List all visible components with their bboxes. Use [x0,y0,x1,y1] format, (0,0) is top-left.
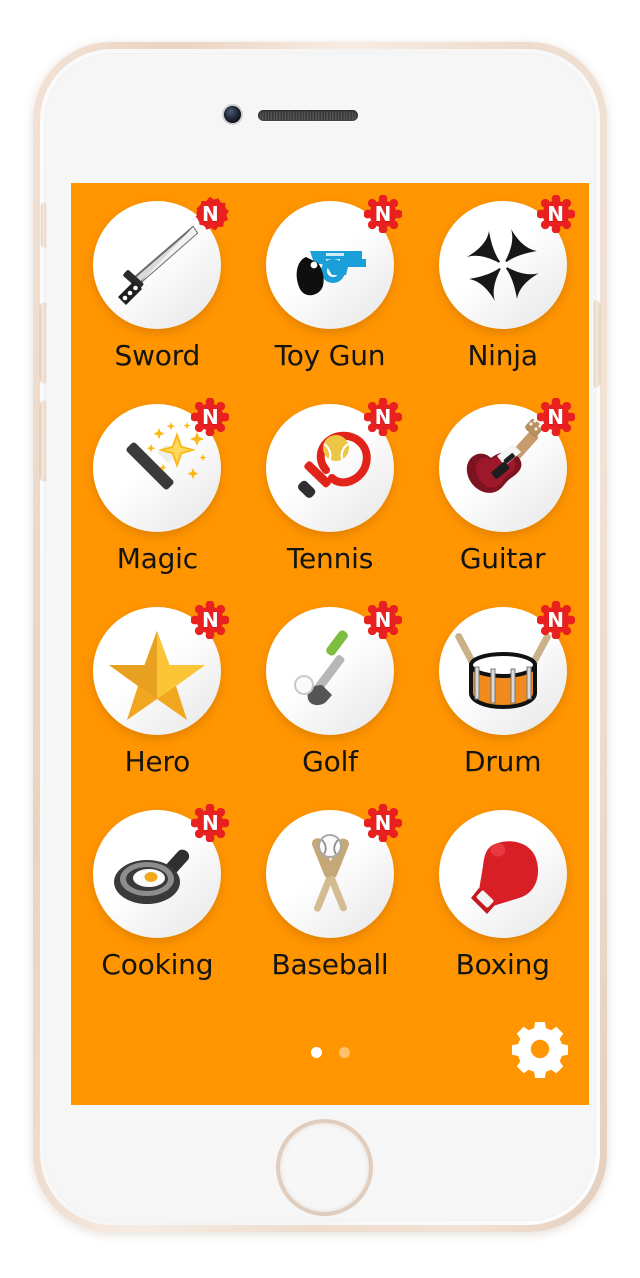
power-button[interactable] [594,301,600,387]
badge-text: N [374,405,392,429]
app-label: Baseball [271,948,389,981]
badge-text: N [547,405,565,429]
phone-face: N Sword N Toy Gun N Ninja N Magic N Tenn… [40,53,600,1221]
badge-text: N [374,202,392,226]
page-dot-2[interactable] [338,1047,350,1058]
app-tile-golf[interactable]: N Golf [250,601,410,810]
app-label: Cooking [101,948,214,981]
icon-wrap: N [93,804,230,938]
new-badge: N [363,804,402,842]
icon-wrap [438,810,567,938]
new-badge: N [191,804,230,842]
app-grid: N Sword N Toy Gun N Ninja N Magic N Tenn… [71,195,589,1013]
app-label: Magic [116,542,198,575]
app-label: Golf [302,745,358,778]
icon-wrap: N [265,601,402,735]
app-label: Hero [124,745,191,778]
badge-text: N [201,608,219,632]
settings-button[interactable] [511,1020,569,1078]
app-label: Boxing [455,948,550,981]
icon-wrap: N [93,601,230,735]
new-badge: N [363,398,402,436]
app-tile-drum[interactable]: N Drum [423,601,583,810]
phone-bezel: N Sword N Toy Gun N Ninja N Magic N Tenn… [40,49,600,1225]
badge-text: N [374,608,392,632]
earpiece-speaker [258,110,358,121]
app-label: Tennis [286,542,374,575]
badge-text: N [547,202,565,226]
badge-text: N [547,608,565,632]
volume-down-button[interactable] [40,401,46,481]
app-tile-magic[interactable]: N Magic [77,398,237,607]
boxing-glove-icon [470,841,538,914]
app-tile-hero[interactable]: N Hero [77,601,237,810]
badge-text: N [201,202,219,226]
icon-wrap: N [438,601,575,735]
app-label: Toy Gun [274,339,386,372]
home-button[interactable] [276,1119,373,1216]
badge-text: N [201,811,219,835]
app-tile-cooking[interactable]: N Cooking [77,804,237,1013]
icon-wrap: N [438,195,575,329]
new-badge: N [191,195,230,233]
app-tile-guitar[interactable]: N Guitar [423,398,583,607]
phone-device: N Sword N Toy Gun N Ninja N Magic N Tenn… [33,42,607,1232]
new-badge: N [191,601,230,639]
icon-wrap: N [438,398,575,532]
new-badge: N [536,398,575,436]
icon-wrap: N [265,804,402,938]
bottom-bar [71,1013,589,1105]
page-dot-1[interactable] [310,1047,322,1058]
app-tile-ninja[interactable]: N Ninja [423,195,583,404]
gear-icon [512,1022,568,1078]
new-badge: N [363,195,402,233]
front-camera-icon [224,106,241,123]
app-tile-baseball[interactable]: N Baseball [250,804,410,1013]
app-label: Guitar [459,542,546,575]
icon-wrap: N [93,398,230,532]
new-badge: N [363,601,402,639]
app-screen: N Sword N Toy Gun N Ninja N Magic N Tenn… [71,183,589,1105]
new-badge: N [536,195,575,233]
app-label: Ninja [467,339,538,372]
app-tile-tennis[interactable]: N Tennis [250,398,410,607]
silent-switch[interactable] [41,203,46,247]
app-tile-sword[interactable]: N Sword [77,196,237,404]
app-label: Sword [114,339,201,372]
icon-circle [438,810,567,938]
new-badge: N [536,601,575,639]
icon-wrap: N [93,196,230,329]
badge-text: N [201,405,219,429]
app-tile-boxing[interactable]: Boxing [423,810,583,1013]
icon-wrap: N [265,195,402,329]
new-badge: N [191,398,230,436]
icon-wrap: N [265,398,402,532]
badge-text: N [374,811,392,835]
app-label: Drum [464,745,542,778]
volume-up-button[interactable] [40,303,46,383]
app-tile-toy-gun[interactable]: N Toy Gun [250,195,410,404]
